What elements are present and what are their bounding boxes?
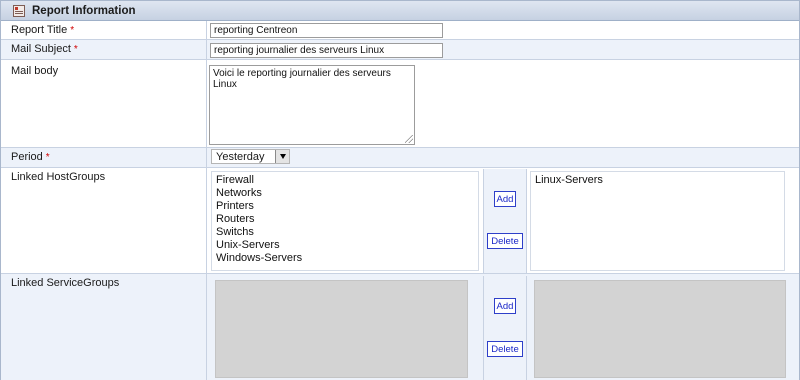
- servicegroups-add-button[interactable]: Add: [494, 298, 516, 314]
- servicegroups-button-column: Add Delete: [483, 276, 527, 380]
- resize-handle-icon[interactable]: [405, 135, 413, 143]
- period-select-value: Yesterday: [216, 151, 265, 163]
- list-item[interactable]: Firewall: [216, 174, 254, 186]
- list-item[interactable]: Printers: [216, 200, 254, 212]
- hostgroups-delete-button[interactable]: Delete: [487, 233, 523, 249]
- hostgroups-add-button[interactable]: Add: [494, 191, 516, 207]
- report-form: Report Information Report Title * reporti…: [0, 0, 800, 380]
- mail-subject-input[interactable]: reporting journalier des serveurs Linux: [210, 43, 443, 58]
- period-select[interactable]: Yesterday: [211, 149, 290, 164]
- list-item[interactable]: Windows-Servers: [216, 252, 302, 264]
- hostgroups-available-list[interactable]: Firewall Networks Printers Routers Switc…: [211, 171, 479, 271]
- mail-body-label: Mail body: [11, 65, 59, 77]
- linked-servicegroups-label: Linked ServiceGroups: [11, 277, 120, 289]
- column-divider: [206, 21, 207, 380]
- section-header: Report Information: [1, 1, 799, 21]
- servicegroups-selected-list[interactable]: [534, 280, 786, 378]
- list-item[interactable]: Unix-Servers: [216, 239, 280, 251]
- report-icon: [13, 5, 25, 17]
- section-title: Report Information: [32, 5, 136, 17]
- chevron-down-icon: [279, 154, 286, 159]
- list-item[interactable]: Networks: [216, 187, 262, 199]
- servicegroups-available-list[interactable]: [215, 280, 468, 378]
- period-label: Period *: [11, 151, 50, 163]
- mail-subject-label: Mail Subject *: [11, 43, 78, 55]
- report-title-input[interactable]: reporting Centreon: [210, 23, 443, 38]
- list-item[interactable]: Routers: [216, 213, 255, 225]
- dropdown-button[interactable]: [275, 150, 289, 163]
- linked-hostgroups-label: Linked HostGroups: [11, 171, 106, 183]
- servicegroups-delete-button[interactable]: Delete: [487, 341, 523, 357]
- row-period: Period *: [1, 148, 799, 168]
- hostgroups-button-column: Add Delete: [483, 169, 527, 273]
- report-title-label: Report Title *: [11, 24, 75, 36]
- hostgroups-selected-list[interactable]: Linux-Servers: [530, 171, 785, 271]
- list-item[interactable]: Linux-Servers: [535, 174, 603, 186]
- mail-body-text: Voici le reporting journalier des serveu…: [213, 68, 391, 90]
- list-item[interactable]: Switchs: [216, 226, 254, 238]
- mail-body-textarea[interactable]: Voici le reporting journalier des serveu…: [209, 65, 415, 145]
